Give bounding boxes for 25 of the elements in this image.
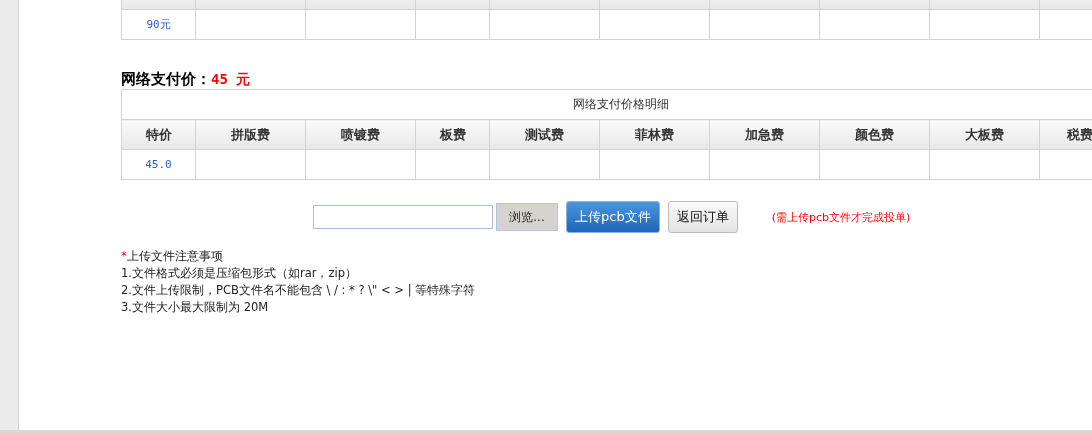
table-cell: 90元 xyxy=(121,9,196,40)
required-mark: * xyxy=(121,249,127,263)
column-header: 加急费 xyxy=(709,119,820,150)
back-to-order-button[interactable]: 返回订单 xyxy=(667,201,738,233)
column-header: 喷镀费 xyxy=(305,119,416,150)
table-cell: 45.0 xyxy=(121,149,196,180)
column-header: 颜色费 xyxy=(819,119,930,150)
note-line: 1.文件格式必须是压缩包形式（如rar，zip） xyxy=(121,266,357,280)
upload-hint: (需上传pcb文件才完成投单) xyxy=(771,209,911,225)
note-line: 3.文件大小最大限制为 20M xyxy=(121,300,269,314)
column-header: 测试费 xyxy=(489,119,600,150)
price-value: 45 元 xyxy=(211,71,251,87)
column-header: 特价 xyxy=(121,119,196,150)
upload-button[interactable]: 上传pcb文件 xyxy=(566,201,660,233)
column-header: 拼版费 xyxy=(195,119,306,150)
column-header: 菲林费 xyxy=(599,119,710,150)
column-header: 板费 xyxy=(415,119,490,150)
browse-button[interactable]: 浏览... xyxy=(496,203,558,231)
column-header: 大板费 xyxy=(929,119,1040,150)
file-path-field[interactable] xyxy=(313,205,493,229)
notes-title: 上传文件注意事项 xyxy=(126,249,223,263)
price-label: 网络支付价： xyxy=(121,70,211,88)
column-header: 税费 xyxy=(1039,119,1092,150)
note-line: 2.文件上传限制，PCB文件名不能包含 \ / : * ? \" < > | 等特殊字符 xyxy=(121,283,476,297)
table-caption: 网络支付价格明细 xyxy=(572,97,669,111)
